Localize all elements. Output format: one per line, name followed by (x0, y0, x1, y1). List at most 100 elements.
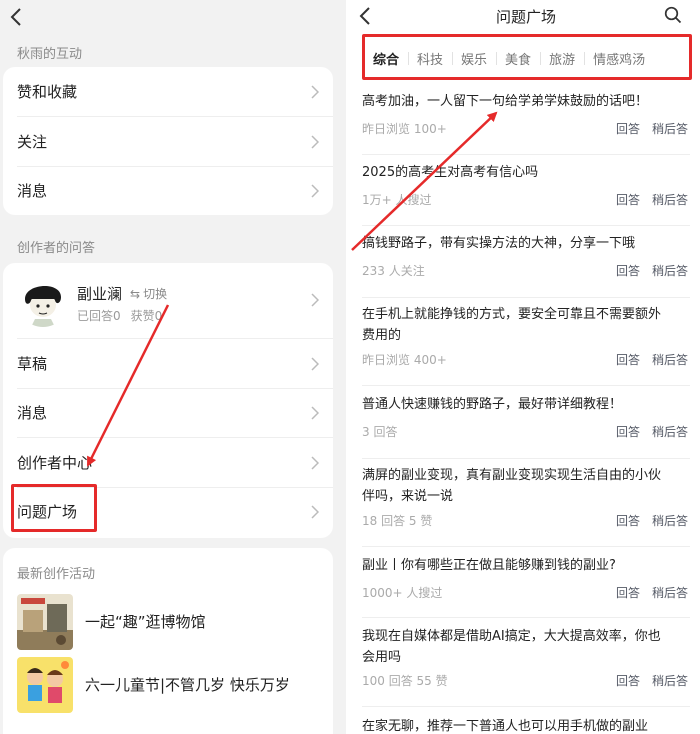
answer-button[interactable]: 回答 (616, 672, 640, 689)
answer-button[interactable]: 回答 (616, 423, 640, 440)
activity-title: 一起“趣”逛博物馆 (85, 613, 206, 631)
creator-name: 副业澜 (77, 285, 123, 303)
answer-button[interactable]: 回答 (616, 120, 640, 137)
question-meta: 1万+ 人搜过 (362, 193, 432, 207)
answer-later-button[interactable]: 稍后答 (652, 672, 688, 689)
answer-later-button[interactable]: 稍后答 (652, 512, 688, 529)
row-likes-favorites[interactable]: 赞和收藏 (3, 67, 333, 116)
activity-thumbnail (17, 594, 73, 650)
section-title-creator-qa: 创作者的问答 (17, 241, 96, 256)
answer-button[interactable]: 回答 (616, 512, 640, 529)
question-actions: 回答 稍后答 (616, 423, 688, 440)
activity-title: 六一儿童节|不管几岁 快乐万岁 (85, 676, 290, 694)
question-meta: 昨日浏览 100+ (362, 122, 447, 136)
question-item[interactable]: 普通人快速赚钱的野路子，最好带详细教程！ 3 回答 回答 稍后答 (362, 394, 690, 466)
question-title: 普通人快速赚钱的野路子，最好带详细教程！ (362, 397, 623, 412)
chevron-right-icon (311, 293, 319, 307)
question-meta: 3 回答 (362, 425, 398, 439)
divider (362, 458, 690, 459)
right-panel: 问题广场 综合 科技 娱乐 美食 旅游 情感鸡汤 高考加油，一人留下一句给学弟学… (352, 0, 700, 734)
question-meta: 233 人关注 (362, 264, 425, 278)
divider (362, 706, 690, 707)
row-label: 关注 (17, 133, 48, 151)
question-actions: 回答 稍后答 (616, 120, 688, 137)
creator-stats: 已回答0 获赞0 (77, 307, 162, 324)
question-item[interactable]: 2025的高考生对高考有信心吗 1万+ 人搜过 回答 稍后答 (362, 162, 690, 234)
search-icon[interactable] (664, 6, 682, 24)
activity-item[interactable]: 一起“趣”逛博物馆 (3, 591, 333, 653)
question-title: 在手机上就能挣钱的方式，要安全可靠且不需要额外费用的 (362, 307, 662, 343)
answer-later-button[interactable]: 稍后答 (652, 120, 688, 137)
chevron-right-icon (311, 183, 319, 198)
chevron-right-icon (311, 455, 319, 470)
activity-thumbnail (17, 657, 73, 713)
question-actions: 回答 稍后答 (616, 672, 688, 689)
answer-later-button[interactable]: 稍后答 (652, 423, 688, 440)
chevron-right-icon (311, 504, 319, 519)
page-title: 问题广场 (495, 8, 556, 26)
answer-button[interactable]: 回答 (616, 191, 640, 208)
question-item[interactable]: 在手机上就能挣钱的方式，要安全可靠且不需要额外费用的 昨日浏览 400+ 回答 … (362, 304, 690, 394)
row-label: 创作者中心 (17, 454, 93, 472)
swap-icon: ⇆ (130, 286, 141, 301)
activity-item[interactable]: 六一儿童节|不管几岁 快乐万岁 (3, 654, 333, 716)
museum-thumbnail-image (17, 594, 73, 650)
highlight-box (362, 34, 692, 80)
divider (362, 154, 690, 155)
question-title: 满屏的副业变现，真有副业变现实现生活自由的小伙伴吗，来说一说 (362, 468, 662, 504)
question-title: 2025的高考生对高考有信心吗 (362, 165, 539, 180)
question-actions: 回答 稍后答 (616, 262, 688, 279)
answer-later-button[interactable]: 稍后答 (652, 262, 688, 279)
question-title: 高考加油，一人留下一句给学弟学妹鼓励的话吧！ (362, 94, 649, 109)
section-title-interactions: 秋雨的互动 (17, 47, 83, 62)
answer-button[interactable]: 回答 (616, 262, 640, 279)
question-title: 副业丨你有哪些正在做且能够赚到钱的副业? (362, 558, 616, 573)
row-messages[interactable]: 消息 (3, 166, 333, 215)
switch-label: 切换 (143, 287, 168, 301)
chevron-right-icon (311, 405, 319, 420)
likes-count: 获赞0 (130, 309, 163, 323)
answered-count: 已回答0 (77, 309, 121, 323)
childrens-day-thumbnail-image (17, 657, 73, 713)
question-actions: 回答 稍后答 (616, 584, 688, 601)
question-item[interactable]: 我现在自媒体都是借助AI搞定，大大提高效率，你也会用吗 100 回答 55 赞 … (362, 626, 690, 716)
question-item[interactable]: 满屏的副业变现，真有副业变现实现生活自由的小伙伴吗，来说一说 18 回答 5 赞… (362, 465, 690, 555)
question-title: 搞钱野路子，带有实操方法的大神，分享一下哦 (362, 236, 636, 251)
row-label: 赞和收藏 (17, 83, 78, 101)
question-actions: 回答 稍后答 (616, 512, 688, 529)
question-meta: 昨日浏览 400+ (362, 353, 447, 367)
question-item[interactable]: 副业丨你有哪些正在做且能够赚到钱的副业? 1000+ 人搜过 回答 稍后答 (362, 555, 690, 627)
question-title: 在家无聊，推荐一下普通人也可以用手机做的副业 (362, 719, 649, 734)
answer-later-button[interactable]: 稍后答 (652, 191, 688, 208)
answer-button[interactable]: 回答 (616, 584, 640, 601)
row-follow[interactable]: 关注 (3, 117, 333, 166)
chevron-right-icon (311, 356, 319, 371)
back-button[interactable] (3, 4, 29, 30)
question-actions: 回答 稍后答 (616, 191, 688, 208)
question-item[interactable]: 搞钱野路子，带有实操方法的大神，分享一下哦 233 人关注 回答 稍后答 (362, 233, 690, 305)
answer-button[interactable]: 回答 (616, 351, 640, 368)
divider (362, 546, 690, 547)
row-drafts[interactable]: 草稿 (3, 339, 333, 388)
creator-profile-row[interactable]: 副业澜 ⇆ 切换 已回答0 获赞0 (3, 263, 333, 337)
chevron-right-icon (311, 84, 319, 99)
chevron-left-icon (10, 8, 21, 26)
answer-later-button[interactable]: 稍后答 (652, 351, 688, 368)
avatar-illustration (17, 275, 69, 327)
question-item[interactable]: 在家无聊，推荐一下普通人也可以用手机做的副业 (362, 716, 690, 734)
question-meta: 100 回答 55 赞 (362, 674, 448, 688)
interactions-card: 赞和收藏 关注 消息 (3, 67, 333, 215)
row-creator-messages[interactable]: 消息 (3, 388, 333, 437)
left-panel: 秋雨的互动 赞和收藏 关注 消息 创作者的问答 副业澜 ⇆ 切换 已回答0 获赞… (0, 0, 346, 734)
answer-later-button[interactable]: 稍后答 (652, 584, 688, 601)
question-item[interactable]: 高考加油，一人留下一句给学弟学妹鼓励的话吧！ 昨日浏览 100+ 回答 稍后答 (362, 91, 690, 163)
row-label: 消息 (17, 404, 48, 422)
activities-card: 最新创作活动 一起“趣”逛博物馆 六一儿童节|不管几岁 快乐万岁 (3, 548, 333, 734)
row-label: 消息 (17, 182, 48, 200)
highlight-box (11, 484, 97, 532)
divider (362, 617, 690, 618)
row-creator-center[interactable]: 创作者中心 (3, 438, 333, 487)
switch-account-button[interactable]: ⇆ 切换 (130, 285, 167, 302)
section-title-activities: 最新创作活动 (17, 567, 96, 582)
divider (362, 297, 690, 298)
